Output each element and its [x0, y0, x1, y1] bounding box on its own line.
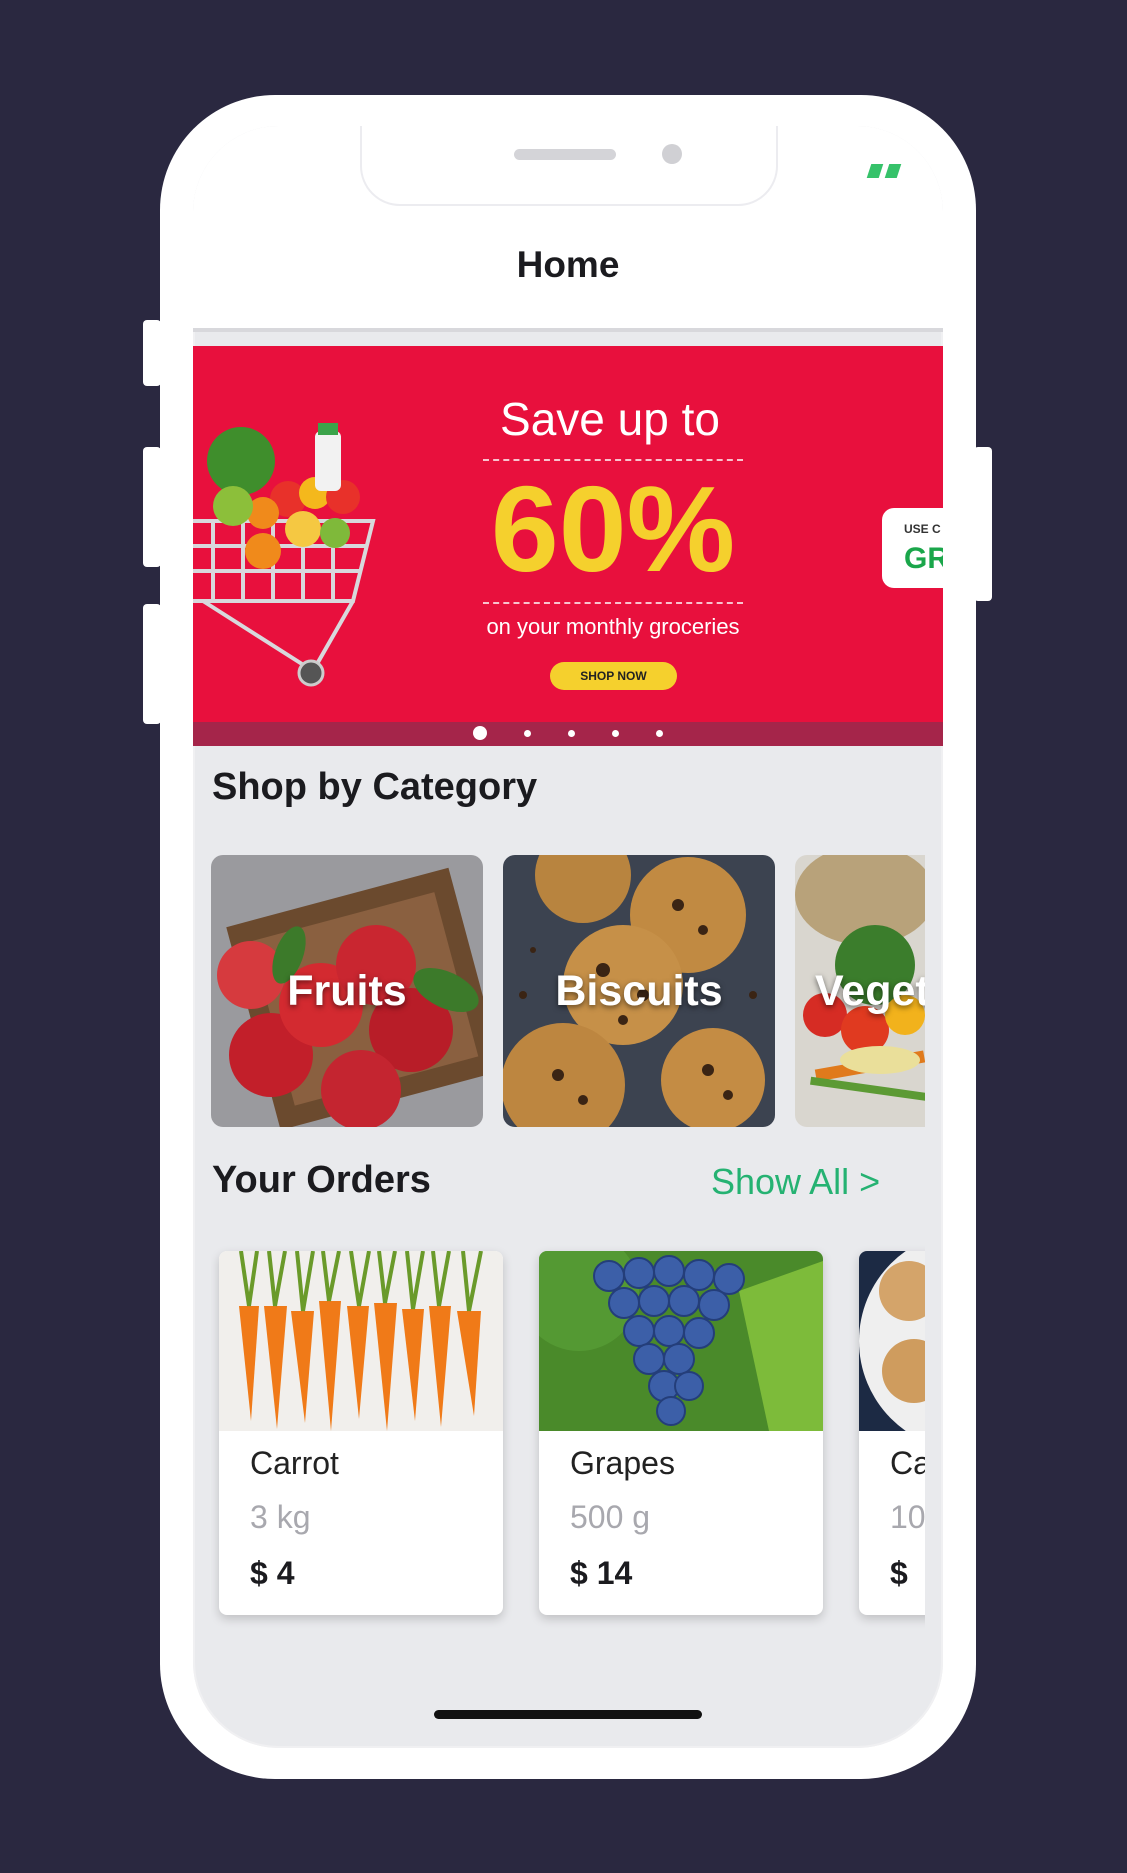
order-item-name: Carrot	[250, 1445, 339, 1481]
section-title-orders: Your Orders	[212, 1159, 431, 1201]
volume-up-button	[143, 447, 161, 567]
coupon-code: GR	[904, 542, 943, 575]
order-item-name: Ca	[890, 1445, 925, 1481]
carousel-dot[interactable]	[568, 729, 575, 737]
shopping-cart-illustration	[193, 423, 376, 687]
orders-carousel[interactable]: Carrot 3 kg $ 4 Grapes 500 g $ 14 Ca 10 …	[211, 1243, 925, 1663]
order-item-quantity: 3 kg	[250, 1499, 311, 1535]
category-carousel[interactable]: Fruits Biscuits Veget	[211, 855, 925, 1127]
carousel-dot[interactable]	[656, 729, 663, 737]
category-card-vegetables[interactable]: Veget	[795, 855, 925, 1127]
carousel-dots	[193, 725, 943, 741]
carousel-dot[interactable]	[612, 729, 619, 737]
speaker-grille	[514, 149, 616, 160]
order-item-price: $	[890, 1555, 908, 1591]
grapes-image	[539, 1251, 823, 1431]
front-camera	[662, 144, 682, 164]
order-item-quantity: 10	[890, 1499, 925, 1535]
order-item-price: $ 14	[570, 1555, 633, 1591]
category-card-biscuits[interactable]: Biscuits	[503, 855, 775, 1127]
carrot-image	[219, 1251, 503, 1431]
coupon-label: USE C	[904, 522, 941, 536]
carousel-dot[interactable]	[524, 729, 531, 737]
order-card-partial[interactable]: Ca 10 $	[859, 1251, 925, 1615]
coupon-badge: USE C GR	[882, 508, 943, 588]
order-item-price: $ 4	[250, 1555, 295, 1591]
order-card-grapes[interactable]: Grapes 500 g $ 14	[539, 1251, 823, 1615]
order-card-carrot[interactable]: Carrot 3 kg $ 4	[219, 1251, 503, 1615]
category-label: Veget	[815, 967, 925, 1015]
battery-icon	[866, 164, 903, 178]
mute-switch	[143, 320, 161, 386]
carousel-dot-active[interactable]	[473, 726, 487, 740]
shop-now-button[interactable]: SHOP NOW	[550, 662, 677, 690]
phone-frame: Home Save up to 60% on your monthly groc…	[160, 95, 976, 1779]
category-label: Fruits	[287, 967, 407, 1015]
section-title-categories: Shop by Category	[212, 766, 538, 808]
order-item-quantity: 500 g	[570, 1499, 651, 1535]
promo-banner[interactable]: Save up to 60% on your monthly groceries…	[193, 346, 943, 746]
banner-headline: Save up to	[500, 393, 720, 445]
page-title: Home	[516, 244, 620, 285]
power-button	[974, 447, 992, 601]
device-notch	[360, 126, 778, 206]
category-label: Biscuits	[555, 967, 723, 1015]
cookies-image	[859, 1251, 925, 1431]
order-item-name: Grapes	[570, 1445, 675, 1481]
show-all-link[interactable]: Show All >	[711, 1161, 880, 1203]
banner-discount: 60%	[490, 461, 736, 597]
volume-down-button	[143, 604, 161, 724]
category-card-fruits[interactable]: Fruits	[211, 855, 483, 1127]
carousel-indicator-bar	[193, 722, 943, 746]
banner-divider	[483, 602, 743, 604]
app-screen: Home Save up to 60% on your monthly groc…	[193, 126, 943, 1748]
banner-subtext: on your monthly groceries	[486, 614, 740, 639]
home-indicator[interactable]	[434, 1710, 702, 1719]
